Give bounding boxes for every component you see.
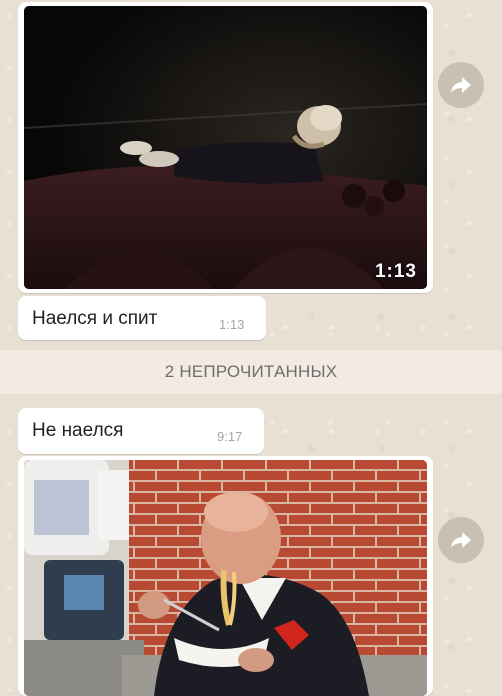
forward-button[interactable] bbox=[438, 62, 484, 108]
forward-arrow-icon bbox=[451, 77, 471, 93]
forward-arrow-icon bbox=[451, 532, 471, 548]
video-message-bubble[interactable]: 1:13 bbox=[18, 2, 433, 293]
message-text: Наелся и спит bbox=[32, 308, 158, 329]
video-duration: 1:13 bbox=[374, 261, 417, 282]
message-time: 9:17 bbox=[217, 429, 243, 444]
image-message-bubble[interactable] bbox=[18, 456, 433, 696]
message-text: Не наелся bbox=[32, 420, 124, 441]
unread-count-label: 2 НЕПРОЧИТАННЫХ bbox=[164, 362, 338, 381]
unread-messages-divider: 2 НЕПРОЧИТАННЫХ bbox=[0, 350, 502, 394]
forward-button[interactable] bbox=[438, 517, 484, 563]
image-thumbnail[interactable] bbox=[24, 460, 427, 696]
video-thumbnail-image bbox=[24, 6, 427, 289]
text-message-bubble[interactable]: Наелся и спит 1:13 bbox=[18, 296, 266, 340]
video-thumbnail[interactable]: 1:13 bbox=[24, 6, 427, 289]
message-time: 1:13 bbox=[219, 317, 245, 332]
text-message-bubble[interactable]: Не наелся 9:17 bbox=[18, 408, 264, 454]
image-thumbnail-picture bbox=[24, 460, 427, 696]
